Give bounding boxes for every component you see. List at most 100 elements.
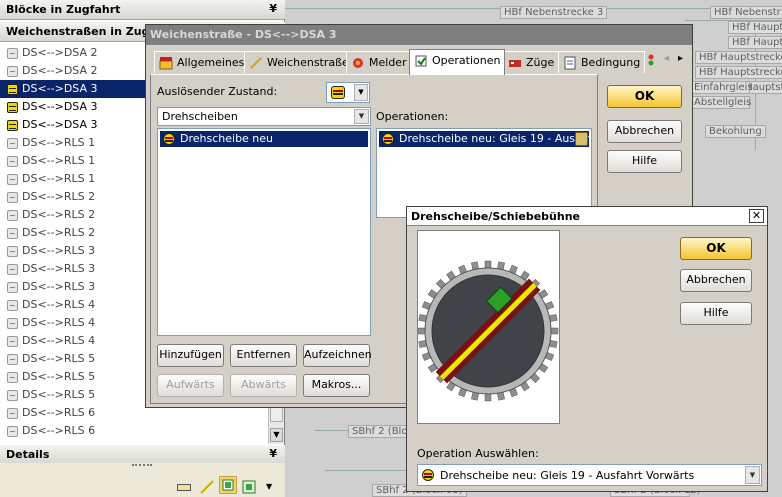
tab-trains[interactable]: Züge <box>503 51 560 73</box>
list-item-label: DS<-->RLS 2 <box>22 208 96 221</box>
operations-tab-icon <box>414 54 428 68</box>
turntable-dialog: Drehscheibe/Schiebebühne ✕ OK Abbrechen … <box>406 206 768 492</box>
tab-scroll-right-icon[interactable]: ▸ <box>678 53 683 64</box>
details-header-label: Details <box>6 448 50 461</box>
tab-general[interactable]: Allgemeines <box>154 51 250 73</box>
diagram-label[interactable]: Einfahrgleis <box>690 81 753 94</box>
route-tab-icon <box>249 56 263 70</box>
chevron-down-icon[interactable]: ▼ <box>745 466 760 484</box>
chevron-down-icon[interactable]: ▼ <box>354 109 369 124</box>
list-item-label: DS<-->DSA 2 <box>22 46 98 59</box>
tab-route[interactable]: Weichenstraße <box>244 51 354 73</box>
tab-scroll-left-icon[interactable]: ◂ <box>664 53 669 64</box>
diagram-label[interactable]: Bekohlung <box>705 125 766 138</box>
route-inactive-icon <box>7 174 18 185</box>
list-item-label: DS<-->RLS 3 <box>22 244 96 257</box>
diagram-label[interactable]: HBf Haupts <box>728 36 782 49</box>
operations-label: Operationen: <box>376 110 449 123</box>
route-tool-icon[interactable] <box>219 476 237 494</box>
list-item-label: Drehscheibe neu <box>180 132 274 145</box>
move-up-button[interactable]: Aufwärts <box>157 374 224 397</box>
route-inactive-icon <box>7 156 18 167</box>
chevron-down-icon[interactable]: ▼ <box>354 84 368 101</box>
tab-condition[interactable]: Bedingung <box>558 51 646 73</box>
condition-tab-icon <box>563 56 577 70</box>
route-inactive-icon <box>7 48 18 59</box>
list-item-label: DS<-->RLS 5 <box>22 352 96 365</box>
turntable-preview[interactable] <box>417 230 560 424</box>
scroll-down-icon[interactable]: ▼ <box>270 428 283 442</box>
route-inactive-icon <box>7 426 18 437</box>
turntable-graphic <box>417 260 559 402</box>
record-button[interactable]: Aufzeichnen <box>303 344 372 367</box>
operations-list[interactable]: Drehscheibe neu: Gleis 19 - Ausfahrt Vor… <box>376 128 592 218</box>
remove-button[interactable]: Entfernen <box>230 344 297 367</box>
list-item[interactable]: Drehscheibe neu: Gleis 19 - Ausfahrt Vor… <box>379 131 589 147</box>
operation-select[interactable]: Drehscheibe neu: Gleis 19 - Ausfahrt Vor… <box>417 464 762 486</box>
route-inactive-icon <box>7 192 18 203</box>
list-item-label: DS<-->RLS 1 <box>22 172 96 185</box>
line-tool-icon[interactable] <box>199 479 215 495</box>
toolbar-dropdown-icon[interactable]: ▼ <box>266 482 272 491</box>
list-item-label: DS<-->RLS 4 <box>22 316 96 329</box>
cancel-button[interactable]: Abbrechen <box>607 120 682 143</box>
green-tool-icon[interactable] <box>241 479 257 495</box>
list-item-label: DS<-->DSA 3 <box>22 118 98 131</box>
signal-tab-icon[interactable] <box>646 53 660 67</box>
turntable-ok-button[interactable]: OK <box>680 237 752 260</box>
block-tool-icon[interactable] <box>177 484 191 491</box>
list-item-label: DS<-->RLS 3 <box>22 262 96 275</box>
tab-sensor[interactable]: Melder <box>346 51 412 73</box>
route-inactive-icon <box>7 336 18 347</box>
details-header[interactable]: Details ¥ <box>0 445 285 465</box>
tab-operations-label: Operationen <box>432 54 501 67</box>
turntable-cancel-button[interactable]: Abbrechen <box>680 269 752 292</box>
diagram-label[interactable]: HBf Haupts <box>728 21 782 34</box>
list-item-label: DS<-->RLS 5 <box>22 370 96 383</box>
object-list[interactable]: Drehscheibe neu <box>157 128 371 336</box>
blocks-in-train-header[interactable]: Blöcke in Zugfahrt ¥ <box>0 0 285 20</box>
turntable-dialog-title[interactable]: Drehscheibe/Schiebebühne <box>407 207 767 226</box>
route-inactive-icon <box>7 264 18 275</box>
tab-route-label: Weichenstraße <box>267 56 349 69</box>
macros-button[interactable]: Makros... <box>303 374 370 397</box>
trigger-combo[interactable]: Drehscheiben ▼ <box>157 107 371 126</box>
ok-button[interactable]: OK <box>607 85 682 108</box>
list-item-label: DS<-->DSA 3 <box>22 82 98 95</box>
grip-icon <box>132 464 152 467</box>
operation-select-value: Drehscheibe neu: Gleis 19 - Ausfahrt Vor… <box>440 469 695 482</box>
diagram-label[interactable]: HBf Nebenstrecke 3 <box>500 6 608 19</box>
trigger-combo-value: Drehscheiben <box>162 110 238 123</box>
route-dialog-title[interactable]: Weichenstraße - DS<-->DSA 3 <box>146 25 692 45</box>
move-down-button[interactable]: Abwärts <box>230 374 297 397</box>
tab-bar: Allgemeines Weichenstraße Melder Operati… <box>150 49 690 75</box>
route-inactive-icon <box>7 318 18 329</box>
route-inactive-icon <box>7 210 18 221</box>
list-item-label: DS<-->RLS 1 <box>22 154 96 167</box>
collapse-chevron-icon[interactable]: ¥ <box>269 447 277 460</box>
diagram-label[interactable]: Abstellgleis <box>690 96 751 109</box>
diagram-label[interactable]: HBf Hauptstrecke <box>695 66 782 79</box>
tab-condition-label: Bedingung <box>581 56 641 69</box>
route-active-icon <box>7 102 18 113</box>
list-item[interactable]: Drehscheibe neu <box>160 131 368 147</box>
tab-operations[interactable]: Operationen <box>409 49 506 75</box>
turntable-help-button[interactable]: Hilfe <box>680 302 752 325</box>
diagram-label[interactable]: HBf Hauptstrecke <box>695 51 782 64</box>
trigger-label: Auslösender Zustand: <box>157 85 278 98</box>
route-inactive-icon <box>7 354 18 365</box>
list-item[interactable]: DS<-->RLS 6 <box>0 422 283 440</box>
route-inactive-icon <box>7 66 18 77</box>
add-button[interactable]: Hinzufügen <box>157 344 224 367</box>
trigger-state-select[interactable]: ▼ <box>326 82 370 103</box>
route-inactive-icon <box>7 282 18 293</box>
operation-select-label: Operation Auswählen: <box>417 447 539 460</box>
diagram-label[interactable]: HBf Nebenstr <box>710 6 782 19</box>
turntable-state-icon <box>163 133 175 145</box>
route-inactive-icon <box>7 300 18 311</box>
route-active-icon <box>7 120 18 131</box>
list-item-label: DS<-->RLS 3 <box>22 280 96 293</box>
help-button[interactable]: Hilfe <box>607 150 682 173</box>
close-icon[interactable]: ✕ <box>749 209 764 223</box>
collapse-chevron-icon[interactable]: ¥ <box>269 2 277 15</box>
